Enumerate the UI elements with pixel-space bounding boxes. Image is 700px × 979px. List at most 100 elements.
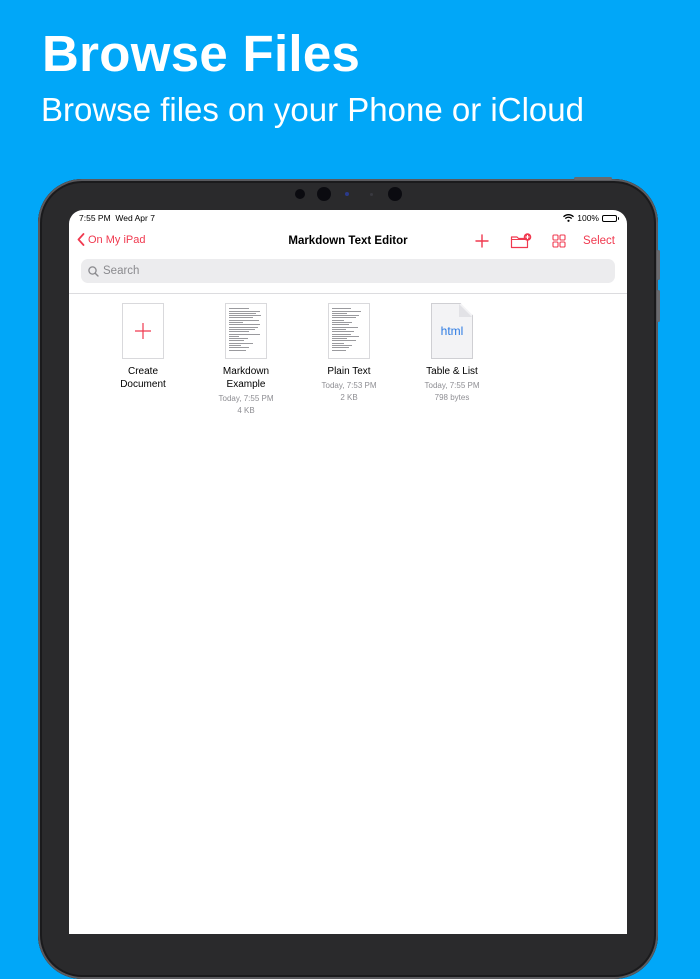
thumbnail-text-line xyxy=(229,319,259,321)
thumbnail-text-line xyxy=(332,310,361,312)
status-date: Wed Apr 7 xyxy=(115,213,155,223)
navigation-bar: On My iPad Markdown Text Editor Select xyxy=(69,230,627,254)
thumbnail-text-line xyxy=(229,324,261,326)
thumbnail-text-line xyxy=(229,342,253,344)
thumbnail-text-line xyxy=(332,335,360,337)
thumbnail-text-line xyxy=(332,347,349,349)
battery-percent: 100% xyxy=(577,213,599,223)
thumbnail-text-line xyxy=(332,333,351,335)
select-button[interactable]: Select xyxy=(583,235,615,247)
header-divider xyxy=(69,293,627,294)
status-indicators: 100% xyxy=(563,213,619,223)
search-icon xyxy=(88,265,99,277)
marketing-subheadline: Browse files on your Phone or iCloud xyxy=(41,91,584,128)
file-name-line1: Create xyxy=(127,366,158,377)
file-size: 4 KB xyxy=(237,406,255,415)
thumbnail-text-line xyxy=(229,322,243,324)
thumbnail-text-line xyxy=(229,347,250,349)
page-fold xyxy=(459,304,472,317)
ipad-screen: 7:55 PM Wed Apr 7 100% On My iPad Markdo… xyxy=(69,210,627,934)
status-time: 7:55 PM xyxy=(79,213,111,223)
thumbnail-text-line xyxy=(332,328,346,330)
file-date: Today, 7:55 PM xyxy=(424,381,480,390)
device-top-button xyxy=(574,177,612,180)
folder-badge-plus-icon xyxy=(510,233,532,249)
thumbnail-text-line xyxy=(332,342,344,344)
file-name: Markdown Example xyxy=(196,365,296,391)
thumbnail-text-line xyxy=(229,338,248,340)
camera-sensor xyxy=(345,192,349,196)
file-tile-markdown-example[interactable]: Markdown Example Today, 7:55 PM 4 KB xyxy=(196,303,296,417)
thumbnail-text-line xyxy=(229,340,245,342)
plus-icon xyxy=(135,323,151,339)
thumbnail-text-line xyxy=(332,345,353,347)
thumbnail-text-line xyxy=(229,333,260,335)
thumbnail-text-line xyxy=(332,317,356,319)
new-folder-button[interactable] xyxy=(510,232,532,255)
file-size: 798 bytes xyxy=(434,393,470,402)
thumbnail-text-line xyxy=(229,331,250,333)
file-date: Today, 7:55 PM xyxy=(218,394,274,403)
thumbnail-text-line xyxy=(332,324,349,326)
thumbnail-text-line xyxy=(229,345,241,347)
thumbnail-text-line xyxy=(229,315,262,317)
marketing-headline: Browse Files xyxy=(42,25,361,82)
device-volume-up xyxy=(657,250,660,280)
thumbnail-text-line xyxy=(332,331,355,333)
file-name-line1: Plain Text xyxy=(327,366,371,377)
html-file-thumbnail: html xyxy=(431,303,473,359)
file-name: Table & List xyxy=(402,365,502,378)
thumbnail-text-line xyxy=(332,322,353,324)
thumbnail-text-line xyxy=(332,319,344,321)
back-button-label: On My iPad xyxy=(88,233,146,246)
thumbnail-text-line xyxy=(332,308,351,310)
create-document-tile[interactable]: Create Document xyxy=(93,303,193,391)
thumbnail-text-line xyxy=(332,315,360,317)
file-name-line1: Table & List xyxy=(426,366,478,377)
file-name-line1: Markdown xyxy=(222,366,270,377)
add-button[interactable] xyxy=(475,232,489,255)
create-document-thumbnail xyxy=(122,303,164,359)
thumbnail-text-line xyxy=(332,326,358,328)
battery-icon xyxy=(602,214,619,222)
document-thumbnail xyxy=(225,303,267,359)
file-tile-plain-text[interactable]: Plain Text Today, 7:53 PM 2 KB xyxy=(299,303,399,404)
camera-lens xyxy=(317,187,331,201)
back-button[interactable]: On My iPad xyxy=(77,233,145,246)
view-mode-button[interactable] xyxy=(552,232,566,255)
thumbnail-text-line xyxy=(229,312,257,314)
document-thumbnail xyxy=(328,303,370,359)
file-meta: Today, 7:55 PM 798 bytes xyxy=(402,380,502,404)
file-date: Today, 7:53 PM xyxy=(321,381,377,390)
file-meta: Today, 7:55 PM 4 KB xyxy=(196,393,296,417)
thumbnail-text-line xyxy=(229,328,255,330)
thumbnail-text-line xyxy=(229,317,253,319)
search-input[interactable] xyxy=(103,265,583,277)
page-title: Markdown Text Editor xyxy=(288,235,408,247)
status-time-date: 7:55 PM Wed Apr 7 xyxy=(79,213,155,223)
html-file-icon-label: html xyxy=(440,324,464,338)
chevron-left-icon xyxy=(77,233,85,246)
thumbnail-text-line xyxy=(332,338,348,340)
thumbnail-text-line xyxy=(229,308,250,310)
file-name-line2: Document xyxy=(120,379,166,390)
camera-sensor-2 xyxy=(370,193,373,196)
file-meta: Today, 7:53 PM 2 KB xyxy=(299,380,399,404)
thumbnail-text-line xyxy=(229,310,260,312)
camera-dot xyxy=(295,189,305,199)
file-name: Plain Text xyxy=(299,365,399,378)
plus-icon xyxy=(475,234,489,248)
wifi-icon xyxy=(563,214,575,222)
device-volume-down xyxy=(657,290,660,322)
thumbnail-text-line xyxy=(229,335,240,337)
search-bar[interactable] xyxy=(81,259,615,283)
file-size: 2 KB xyxy=(340,393,358,402)
file-name: Create Document xyxy=(93,365,193,391)
file-tile-table-list[interactable]: html Table & List Today, 7:55 PM 798 byt… xyxy=(402,303,502,404)
file-name-line2: Example xyxy=(226,379,266,390)
camera-lens-2 xyxy=(388,187,402,201)
thumbnail-text-line xyxy=(332,340,356,342)
thumbnail-text-line xyxy=(332,312,348,314)
thumbnail-text-line xyxy=(229,326,258,328)
thumbnail-text-line xyxy=(332,349,346,351)
